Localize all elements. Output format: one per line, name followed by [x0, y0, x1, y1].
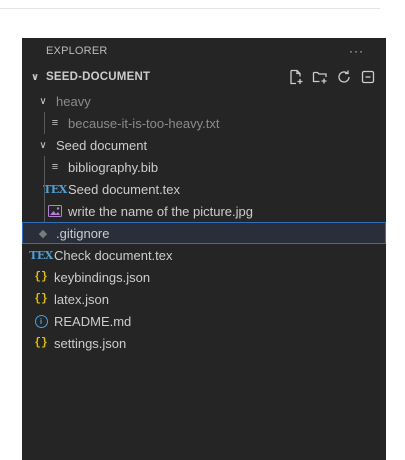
file-picture-jpg[interactable]: write the name of the picture.jpg [22, 200, 386, 222]
section-actions [288, 69, 386, 85]
new-folder-icon[interactable] [312, 69, 328, 85]
more-actions-icon[interactable]: ··· [349, 44, 364, 58]
file-label: keybindings.json [54, 269, 151, 285]
folder-label: heavy [56, 93, 91, 109]
indent-guide [44, 112, 45, 134]
info-glyph: i [34, 314, 48, 328]
chevron-down-icon[interactable]: ∨ [36, 140, 50, 151]
file-label: settings.json [54, 335, 127, 351]
file-check-tex[interactable]: TEX Check document.tex [22, 244, 386, 266]
json-file-icon: {} [34, 337, 48, 349]
file-label: bibliography.bib [68, 159, 159, 175]
file-latex-json[interactable]: {} latex.json [22, 288, 386, 310]
file-label: because-it-is-too-heavy.txt [68, 115, 220, 131]
collapse-all-icon[interactable] [360, 69, 376, 85]
indent-guide [44, 200, 45, 222]
explorer-header: EXPLORER ··· [22, 38, 386, 64]
file-readme[interactable]: i README.md [22, 310, 386, 332]
git-file-icon: ◆ [38, 227, 48, 240]
file-heavy-txt[interactable]: ≡ because-it-is-too-heavy.txt [22, 112, 386, 134]
file-label: .gitignore [56, 225, 110, 241]
folder-heavy[interactable]: ∨ heavy [22, 90, 386, 112]
folder-seed-document[interactable]: ∨ Seed document [22, 134, 386, 156]
file-gitignore[interactable]: ◆ .gitignore [22, 222, 386, 244]
refresh-icon[interactable] [336, 69, 352, 85]
file-label: README.md [54, 313, 132, 329]
chevron-down-icon[interactable]: ∨ [36, 96, 50, 107]
text-file-icon: ≡ [51, 161, 59, 173]
folder-label: Seed document [56, 137, 148, 153]
text-file-icon: ≡ [51, 117, 59, 129]
workspace-title: SEED-DOCUMENT [46, 71, 151, 83]
chevron-down-icon[interactable]: ∨ [28, 72, 42, 83]
tex-file-icon: TEX [43, 182, 67, 196]
top-divider [0, 8, 380, 9]
new-file-icon[interactable] [288, 69, 304, 85]
file-bibliography[interactable]: ≡ bibliography.bib [22, 156, 386, 178]
workspace-section-header[interactable]: ∨ SEED-DOCUMENT [22, 64, 386, 90]
json-file-icon: {} [34, 271, 48, 283]
indent-guide [44, 178, 45, 200]
file-settings-json[interactable]: {} settings.json [22, 332, 386, 354]
explorer-panel: EXPLORER ··· ∨ SEED-DOCUMENT ∨ heavy ≡ b… [22, 38, 386, 460]
file-label: write the name of the picture.jpg [68, 203, 253, 219]
image-file-icon [48, 205, 62, 217]
tex-file-icon: TEX [29, 248, 53, 262]
info-icon: i [34, 314, 48, 328]
file-label: Check document.tex [54, 247, 173, 263]
explorer-title: EXPLORER [46, 45, 108, 57]
json-file-icon: {} [34, 293, 48, 305]
file-keybindings-json[interactable]: {} keybindings.json [22, 266, 386, 288]
indent-guide [44, 156, 45, 178]
file-label: latex.json [54, 291, 109, 307]
file-label: Seed document.tex [68, 181, 181, 197]
file-seed-tex[interactable]: TEX Seed document.tex [22, 178, 386, 200]
